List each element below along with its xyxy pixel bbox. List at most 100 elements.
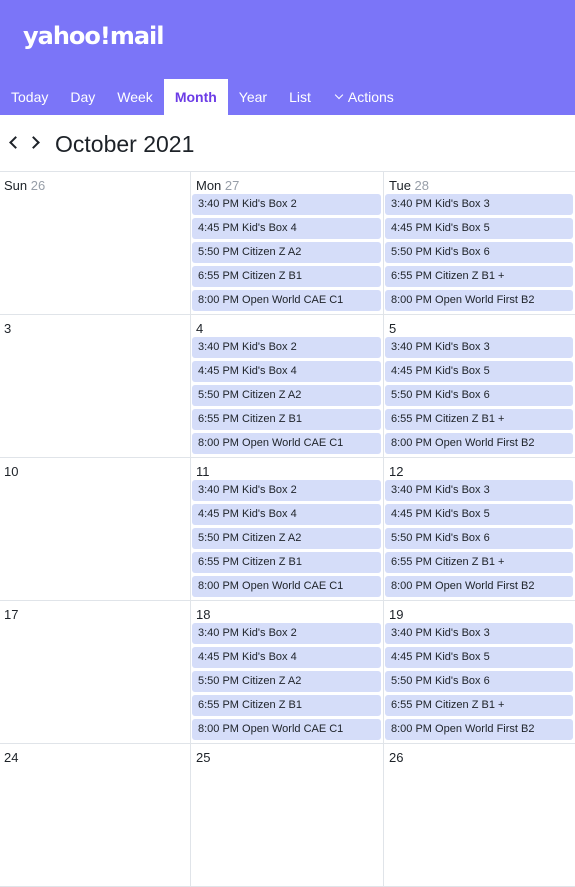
- app-header: yahoo!mail Today Day Week Month Year Lis…: [0, 0, 575, 115]
- week-row: 24 25 26: [0, 744, 575, 887]
- next-month-icon[interactable]: [27, 136, 40, 149]
- day-label: 5: [389, 321, 396, 336]
- calendar-event[interactable]: 3:40 PM Kid's Box 3: [385, 623, 573, 644]
- calendar-event[interactable]: 6:55 PM Citizen Z B1 +: [385, 552, 573, 573]
- event-list: 3:40 PM Kid's Box 3 4:45 PM Kid's Box 5 5:…: [384, 623, 575, 743]
- calendar-event[interactable]: 3:40 PM Kid's Box 2: [192, 480, 381, 501]
- event-list: 3:40 PM Kid's Box 2 4:45 PM Kid's Box 4 5:…: [191, 337, 383, 457]
- yahoo-mail-logo[interactable]: yahoo!mail: [23, 22, 165, 50]
- day-number: 5: [389, 321, 397, 336]
- event-list: 3:40 PM Kid's Box 2 4:45 PM Kid's Box 4 5:…: [191, 623, 383, 743]
- event-list: 3:40 PM Kid's Box 3 4:45 PM Kid's Box 5 5:…: [384, 194, 575, 314]
- day-cell-tue[interactable]: Tue 28 3:40 PM Kid's Box 3 4:45 PM Kid's B…: [383, 172, 575, 314]
- day-number: 27: [224, 178, 240, 193]
- day-cell-mon[interactable]: 25: [190, 744, 383, 886]
- calendar-event[interactable]: 3:40 PM Kid's Box 3: [385, 194, 573, 215]
- previous-month-icon[interactable]: [9, 136, 22, 149]
- calendar-event[interactable]: 3:40 PM Kid's Box 2: [192, 623, 381, 644]
- day-cell-tue[interactable]: 12 3:40 PM Kid's Box 3 4:45 PM Kid's Box 5…: [383, 458, 575, 600]
- calendar-event[interactable]: 6:55 PM Citizen Z B1 +: [385, 409, 573, 430]
- chevron-down-icon: [334, 90, 344, 100]
- calendar-event[interactable]: 5:50 PM Citizen Z A2: [192, 385, 381, 406]
- day-cell-mon[interactable]: 4 3:40 PM Kid's Box 2 4:45 PM Kid's Box 4 5…: [190, 315, 383, 457]
- calendar-event[interactable]: 5:50 PM Kid's Box 6: [385, 528, 573, 549]
- calendar-event[interactable]: 4:45 PM Kid's Box 5: [385, 361, 573, 382]
- weekday-name: Tue: [389, 178, 411, 193]
- calendar-event[interactable]: 8:00 PM Open World CAE C1: [192, 576, 381, 597]
- calendar-event[interactable]: 3:40 PM Kid's Box 3: [385, 337, 573, 358]
- day-cell-mon[interactable]: 18 3:40 PM Kid's Box 2 4:45 PM Kid's Box 4…: [190, 601, 383, 743]
- month-grid: Sun 26 Mon 27 3:40 PM Kid's Box 2 4:45 PM K…: [0, 171, 575, 887]
- actions-menu-button[interactable]: Actions: [322, 79, 405, 115]
- calendar-event[interactable]: 3:40 PM Kid's Box 2: [192, 194, 381, 215]
- day-label: 3: [4, 321, 11, 336]
- event-list: 3:40 PM Kid's Box 3 4:45 PM Kid's Box 5 5:…: [384, 480, 575, 600]
- day-label: Tue 28: [389, 178, 429, 193]
- tab-month[interactable]: Month: [163, 79, 228, 115]
- day-number: 11: [196, 464, 210, 479]
- calendar-event[interactable]: 4:45 PM Kid's Box 4: [192, 218, 381, 239]
- calendar-event[interactable]: 6:55 PM Citizen Z B1 +: [385, 266, 573, 287]
- calendar-event[interactable]: 5:50 PM Citizen Z A2: [192, 671, 381, 692]
- calendar-event[interactable]: 3:40 PM Kid's Box 2: [192, 337, 381, 358]
- week-row: 3 4 3:40 PM Kid's Box 2 4:45 PM Kid's Box 4…: [0, 315, 575, 458]
- calendar-event[interactable]: 8:00 PM Open World CAE C1: [192, 719, 381, 740]
- day-cell-mon[interactable]: Mon 27 3:40 PM Kid's Box 2 4:45 PM Kid's B…: [190, 172, 383, 314]
- calendar-event[interactable]: 6:55 PM Citizen Z B1: [192, 266, 381, 287]
- tab-today[interactable]: Today: [0, 79, 59, 115]
- day-number: 10: [4, 464, 19, 479]
- day-cell-sun[interactable]: 24: [0, 744, 190, 886]
- calendar-event[interactable]: 4:45 PM Kid's Box 5: [385, 504, 573, 525]
- day-cell-mon[interactable]: 11 3:40 PM Kid's Box 2 4:45 PM Kid's Box 4…: [190, 458, 383, 600]
- calendar-event[interactable]: 3:40 PM Kid's Box 3: [385, 480, 573, 501]
- calendar-event[interactable]: 8:00 PM Open World First B2: [385, 576, 573, 597]
- calendar-event[interactable]: 6:55 PM Citizen Z B1 +: [385, 695, 573, 716]
- week-row: 10 11 3:40 PM Kid's Box 2 4:45 PM Kid's Box…: [0, 458, 575, 601]
- calendar-event[interactable]: 8:00 PM Open World CAE C1: [192, 433, 381, 454]
- day-label: 12: [389, 464, 403, 479]
- day-number: 26: [30, 178, 46, 193]
- day-cell-sun[interactable]: 10: [0, 458, 190, 600]
- calendar-event[interactable]: 5:50 PM Kid's Box 6: [385, 385, 573, 406]
- calendar-event[interactable]: 5:50 PM Citizen Z A2: [192, 242, 381, 263]
- actions-label: Actions: [347, 89, 394, 105]
- calendar-event[interactable]: 5:50 PM Kid's Box 6: [385, 242, 573, 263]
- calendar-event[interactable]: 6:55 PM Citizen Z B1: [192, 695, 381, 716]
- day-label: Mon 27: [196, 178, 239, 193]
- day-number: 17: [4, 607, 19, 622]
- day-label: 11: [196, 464, 210, 479]
- tab-list[interactable]: List: [278, 79, 322, 115]
- day-cell-tue[interactable]: 26: [383, 744, 575, 886]
- tab-day[interactable]: Day: [59, 79, 106, 115]
- calendar-event[interactable]: 4:45 PM Kid's Box 4: [192, 361, 381, 382]
- event-list: 3:40 PM Kid's Box 2 4:45 PM Kid's Box 4 5:…: [191, 194, 383, 314]
- calendar-event[interactable]: 8:00 PM Open World First B2: [385, 290, 573, 311]
- calendar-event[interactable]: 4:45 PM Kid's Box 5: [385, 218, 573, 239]
- calendar-event[interactable]: 5:50 PM Citizen Z A2: [192, 528, 381, 549]
- day-cell-sun[interactable]: 3: [0, 315, 190, 457]
- day-number: 18: [196, 607, 211, 622]
- calendar-event[interactable]: 4:45 PM Kid's Box 4: [192, 504, 381, 525]
- tab-week[interactable]: Week: [106, 79, 164, 115]
- event-list: 3:40 PM Kid's Box 2 4:45 PM Kid's Box 4 5:…: [191, 480, 383, 600]
- calendar-event[interactable]: 5:50 PM Kid's Box 6: [385, 671, 573, 692]
- day-number: 3: [4, 321, 12, 336]
- day-cell-sun[interactable]: Sun 26: [0, 172, 190, 314]
- event-list: 3:40 PM Kid's Box 3 4:45 PM Kid's Box 5 5:…: [384, 337, 575, 457]
- calendar-view-tabs: Today Day Week Month Year List Actions: [0, 79, 405, 115]
- day-number: 12: [389, 464, 404, 479]
- calendar-event[interactable]: 4:45 PM Kid's Box 5: [385, 647, 573, 668]
- week-row: Sun 26 Mon 27 3:40 PM Kid's Box 2 4:45 PM K…: [0, 172, 575, 315]
- day-cell-sun[interactable]: 17: [0, 601, 190, 743]
- calendar-event[interactable]: 8:00 PM Open World CAE C1: [192, 290, 381, 311]
- tab-year[interactable]: Year: [228, 79, 278, 115]
- calendar-toolbar: October 2021: [0, 115, 575, 171]
- day-cell-tue[interactable]: 5 3:40 PM Kid's Box 3 4:45 PM Kid's Box 5 5…: [383, 315, 575, 457]
- day-label: 17: [4, 607, 18, 622]
- calendar-event[interactable]: 6:55 PM Citizen Z B1: [192, 409, 381, 430]
- day-cell-tue[interactable]: 19 3:40 PM Kid's Box 3 4:45 PM Kid's Box 5…: [383, 601, 575, 743]
- calendar-event[interactable]: 8:00 PM Open World First B2: [385, 433, 573, 454]
- calendar-event[interactable]: 8:00 PM Open World First B2: [385, 719, 573, 740]
- calendar-event[interactable]: 6:55 PM Citizen Z B1: [192, 552, 381, 573]
- calendar-event[interactable]: 4:45 PM Kid's Box 4: [192, 647, 381, 668]
